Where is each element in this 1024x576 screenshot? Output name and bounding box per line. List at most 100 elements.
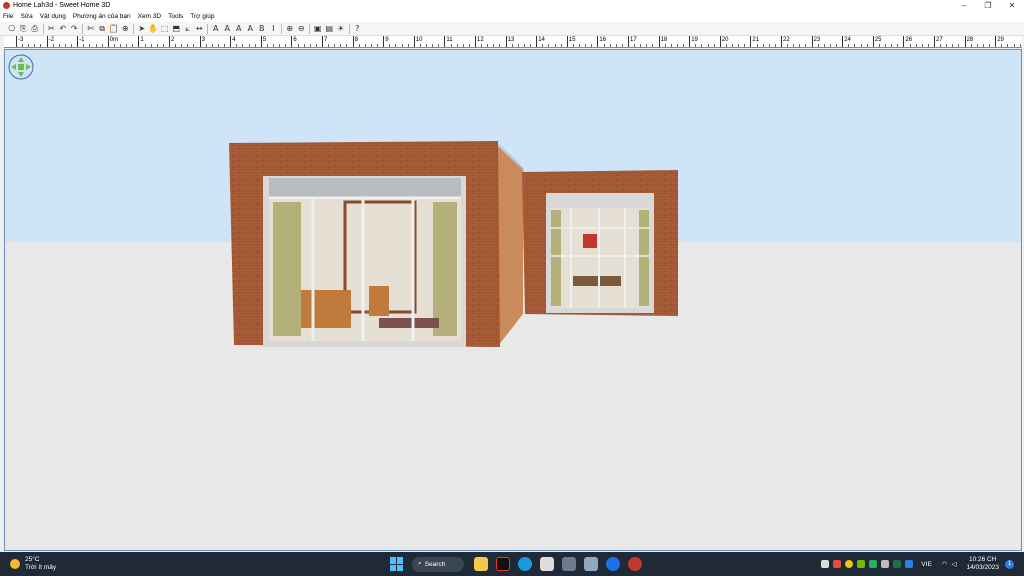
- clock[interactable]: 10:26 CH 14/03/2023: [966, 556, 999, 572]
- minimize-button[interactable]: –: [952, 0, 976, 11]
- create-polylines-icon[interactable]: ⟀: [182, 23, 194, 34]
- horizontal-ruler[interactable]: -3 -2 -1 0m 1 2 3 4 5 6 7 8 9 10 11 12 13 14 15 16 17 18 19 20 2…: [4, 36, 1022, 48]
- store-icon[interactable]: [540, 557, 554, 571]
- 3d-view[interactable]: [4, 49, 1022, 551]
- cut2-icon[interactable]: ✄: [85, 23, 97, 34]
- close-button[interactable]: ✕: [1000, 0, 1024, 11]
- italic-icon[interactable]: I: [268, 23, 280, 34]
- ruler-minor-tick: [976, 44, 978, 47]
- text-style-icon[interactable]: A: [222, 23, 234, 34]
- tray-excel-icon[interactable]: [893, 560, 902, 568]
- zoom-out-icon[interactable]: ⊖: [296, 23, 308, 34]
- tiktok-icon[interactable]: [496, 557, 510, 571]
- ruler-minor-tick: [377, 44, 379, 47]
- menu-plan[interactable]: Phương án của bạn: [73, 11, 131, 22]
- tray-chrome-icon[interactable]: [845, 560, 854, 568]
- increase-text-icon[interactable]: A: [233, 23, 245, 34]
- zoom-in-icon[interactable]: ⊕: [284, 23, 296, 34]
- tray-nvidia-icon[interactable]: [857, 560, 866, 568]
- wifi-icon[interactable]: ◠: [942, 560, 948, 568]
- ruler-minor-tick: [1013, 44, 1015, 47]
- search-icon: ⌕: [418, 560, 422, 567]
- ruler-minor-tick: [548, 44, 550, 47]
- create-video-icon[interactable]: ▤: [324, 23, 336, 34]
- menu-furniture[interactable]: Vật dụng: [40, 11, 66, 22]
- tray-chat-icon[interactable]: [821, 560, 830, 568]
- pan-icon[interactable]: ✋: [148, 23, 160, 34]
- house-3d-render: [229, 141, 678, 347]
- taskbar-search[interactable]: ⌕ Search: [412, 556, 464, 572]
- ruler-minor-tick: [897, 44, 899, 47]
- ruler-minor-tick: [162, 44, 164, 47]
- tray-storage-icon[interactable]: [881, 560, 890, 568]
- file-explorer-icon[interactable]: [474, 557, 488, 571]
- tray-app-icon[interactable]: [833, 560, 842, 568]
- ruler-minor-tick: [664, 44, 666, 47]
- notification-badge[interactable]: 1: [1005, 559, 1014, 569]
- zalo-icon[interactable]: [606, 557, 620, 571]
- cut-icon[interactable]: ✂: [46, 23, 58, 34]
- start-button[interactable]: [390, 557, 404, 571]
- ruler-tick-label: 18: [658, 36, 667, 47]
- menu-help[interactable]: Trợ giúp: [190, 11, 214, 22]
- undo-icon[interactable]: ↶: [57, 23, 69, 34]
- weather-widget[interactable]: 25°C Trời ít mây: [10, 556, 56, 572]
- create-rooms-icon[interactable]: ⬒: [171, 23, 183, 34]
- save-icon[interactable]: ⎙: [29, 23, 41, 34]
- select-icon[interactable]: ➤: [136, 23, 148, 34]
- menu-edit[interactable]: Sửa: [20, 11, 32, 22]
- ruler-minor-tick: [634, 44, 636, 47]
- ruler-tick-label: 25: [872, 36, 881, 47]
- ruler-minor-tick: [958, 44, 960, 47]
- weather-temp: 25°C: [25, 556, 40, 563]
- paste-icon[interactable]: 📋: [108, 23, 120, 34]
- ruler-minor-tick: [554, 44, 556, 47]
- ruler-minor-tick: [156, 44, 158, 47]
- calculator-icon[interactable]: [562, 557, 576, 571]
- left-building-side-wall: [498, 146, 523, 346]
- interior-rug: [379, 318, 439, 328]
- ruler-tick-label: 7: [322, 36, 327, 47]
- photos-icon[interactable]: [584, 557, 598, 571]
- taskbar: 25°C Trời ít mây ⌕ Search VIE ◠ ◁ 10:26 …: [0, 552, 1024, 576]
- tray-bluetooth-icon[interactable]: [905, 560, 914, 568]
- decrease-text-icon[interactable]: A: [245, 23, 257, 34]
- ruler-tick-label: 26: [903, 36, 912, 47]
- restore-button[interactable]: ❐: [976, 0, 1000, 11]
- redo-icon[interactable]: ↷: [69, 23, 81, 34]
- navigation-arrows-icon[interactable]: [8, 54, 34, 80]
- add-text-icon[interactable]: A: [210, 23, 222, 34]
- ruler-minor-tick: [193, 44, 195, 47]
- right-curtain-2: [639, 210, 649, 306]
- bold-icon[interactable]: B: [256, 23, 268, 34]
- create-photo-icon[interactable]: ▣: [312, 23, 324, 34]
- new-icon[interactable]: ⎔: [6, 23, 18, 34]
- language-indicator[interactable]: VIE: [921, 561, 931, 568]
- volume-icon[interactable]: ◁: [951, 560, 956, 568]
- copy-icon[interactable]: ⧉: [97, 23, 109, 34]
- aerial-view-icon[interactable]: ☀: [335, 23, 347, 34]
- help-icon[interactable]: ?: [352, 23, 364, 34]
- toolbar-separator: [281, 23, 282, 34]
- menu-file[interactable]: File: [3, 11, 13, 22]
- ruler-minor-tick: [609, 44, 611, 47]
- ruler-minor-tick: [603, 44, 605, 47]
- ruler-minor-tick: [640, 44, 642, 47]
- menu-3d-view[interactable]: Xem 3D: [138, 11, 161, 22]
- ruler-minor-tick: [297, 44, 299, 47]
- create-walls-icon[interactable]: ⬚: [159, 23, 171, 34]
- menu-tools[interactable]: Tools: [168, 11, 183, 22]
- ruler-minor-tick: [181, 44, 183, 47]
- ruler-minor-tick: [285, 44, 287, 47]
- ruler-minor-tick: [1019, 44, 1021, 47]
- create-dimensions-icon[interactable]: ↔: [194, 23, 206, 34]
- tray-security-icon[interactable]: [869, 560, 878, 568]
- ruler-tick-label: 14: [536, 36, 545, 47]
- edge-icon[interactable]: [518, 557, 532, 571]
- clock-time: 10:26 CH: [968, 556, 997, 563]
- add-furniture-icon[interactable]: ⊕: [120, 23, 132, 34]
- ruler-minor-tick: [854, 44, 856, 47]
- sweet-home-taskbar-icon[interactable]: [628, 557, 642, 571]
- ruler-minor-tick: [652, 44, 654, 47]
- open-icon[interactable]: ⎘: [18, 23, 30, 34]
